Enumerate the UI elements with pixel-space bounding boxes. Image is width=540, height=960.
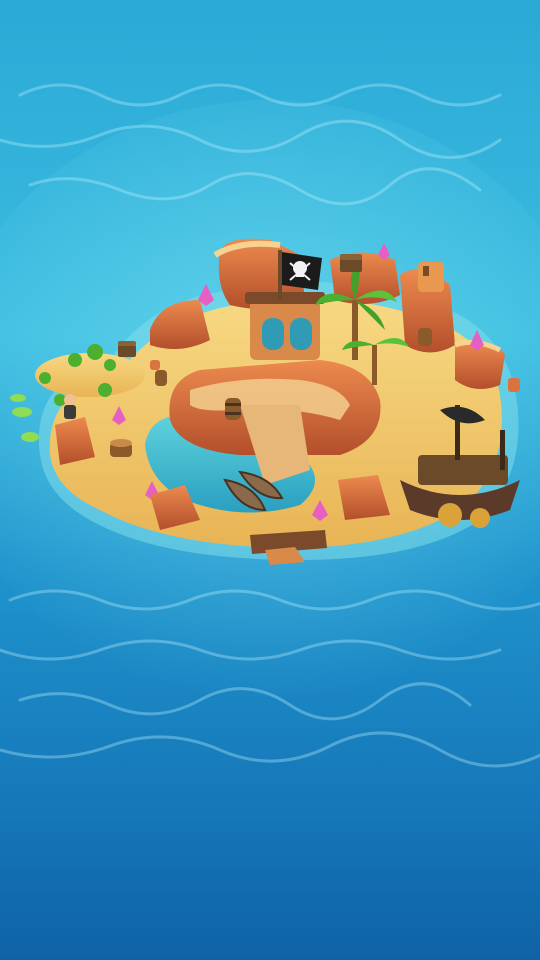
island-map-scene <box>0 0 540 960</box>
tree-stump <box>110 439 132 457</box>
pirate-fort[interactable] <box>245 292 325 360</box>
stone-tower[interactable] <box>418 262 444 292</box>
lily-pad-1 <box>12 407 32 417</box>
left-islet <box>35 353 145 397</box>
lily-pad-3 <box>10 394 26 402</box>
pirate-character-icon[interactable] <box>64 394 76 419</box>
lily-pad-2 <box>21 432 39 442</box>
